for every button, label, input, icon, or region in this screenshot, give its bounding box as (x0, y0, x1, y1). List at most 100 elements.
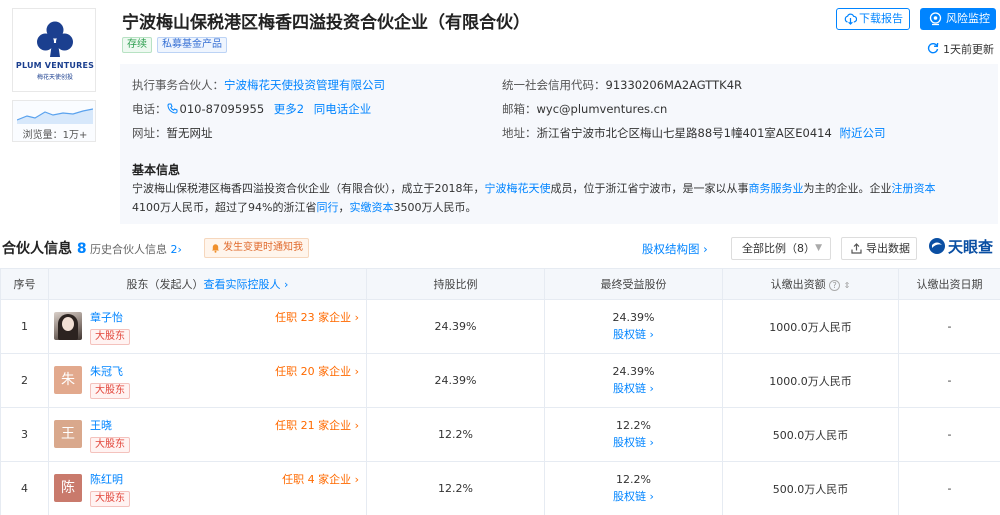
row-no: 1 (0, 299, 49, 354)
holder-name-link[interactable]: 朱冠飞 (90, 363, 123, 379)
avatar[interactable]: 朱 (54, 366, 82, 394)
notify-change-label: 发生变更时通知我 (223, 242, 303, 253)
location-pin-icon (929, 12, 942, 26)
final-benefit-cell: 24.39% 股权链 › (544, 353, 723, 408)
equity-chain-link[interactable]: 股权链 › (545, 326, 722, 342)
equity-chain-label: 股权链 (613, 436, 647, 449)
major-shareholder-badge: 大股东 (90, 491, 130, 507)
website-row: 网址：暂无网址 (132, 125, 213, 141)
download-report-button[interactable]: 下载报告 (836, 8, 910, 30)
actual-controller-link[interactable]: 查看实际控股人 (204, 278, 281, 291)
help-icon[interactable]: ? (829, 280, 841, 291)
registered-capital-link[interactable]: 注册资本 (892, 182, 936, 195)
major-shareholder-badge: 大股东 (90, 383, 130, 399)
risk-monitor-label: 风险监控 (946, 12, 990, 25)
industry-link[interactable]: 商务服务业 (749, 182, 804, 195)
phone-more-link[interactable]: 更多2 (274, 102, 304, 116)
subscribed-cell: 500.0万人民币 (722, 461, 899, 515)
major-shareholder-badge: 大股东 (90, 437, 130, 453)
final-benefit-value: 12.2% (616, 419, 651, 432)
email-key: 邮箱： (502, 102, 537, 116)
desc-text-5: ， (338, 201, 350, 214)
tianyancha-brand: 天眼查 (928, 236, 993, 257)
email-value[interactable]: wyc@plumventures.cn (537, 102, 668, 116)
notify-change-button[interactable]: 发生变更时通知我 (204, 238, 309, 258)
row-no: 4 (0, 461, 49, 515)
desc-text-2: 成员，位于浙江省宁波市，是一家以从事 (550, 182, 749, 195)
table-header-row: 序号 股东（发起人）查看实际控股人 › 持股比例 最终受益股份 认缴出资额 ? … (0, 268, 1000, 300)
roles-label: 任职 4 家企业 (282, 473, 352, 486)
tianyancha-logo-icon (929, 238, 945, 254)
email-row: 邮箱：wyc@plumventures.cn (502, 101, 667, 117)
holder-name-link[interactable]: 王晓 (90, 417, 112, 433)
sort-icon[interactable]: ⇕ (844, 281, 851, 290)
row-no: 2 (0, 353, 49, 408)
history-partners-label: 历史合伙人信息 (90, 243, 167, 256)
history-partners-count: 2 (170, 243, 178, 256)
refresh-status[interactable]: 1天前更新 (927, 41, 994, 57)
col-ratio: 持股比例 (366, 268, 545, 300)
phone-key: 电话： (132, 102, 167, 116)
logo-text: PLUM VENTURES (15, 61, 95, 70)
website-key: 网址： (132, 126, 167, 140)
category-badge[interactable]: 私募基金产品 (157, 37, 227, 53)
views-trend: 浏览量：1万+ (12, 100, 96, 142)
row-no: 3 (0, 407, 49, 462)
final-benefit-value: 24.39% (612, 311, 655, 324)
col-holder-label: 股东（发起人） (126, 278, 204, 291)
basic-info-title: 基本信息 (132, 163, 181, 177)
holder-name-link[interactable]: 章子怡 (90, 309, 123, 325)
group-link[interactable]: 宁波梅花天使 (485, 182, 551, 195)
phone-row: 电话： 010-87095955 更多2 同电话企业 (132, 101, 371, 117)
table-row: 3 王 王晓 大股东 任职 21 家企业 › 12.2% 12.2% 股权链 ›… (0, 407, 1000, 462)
ratio-cell: 24.39% (366, 353, 545, 408)
equity-chain-link[interactable]: 股权链 › (545, 434, 722, 450)
nearby-companies-link[interactable]: 附近公司 (839, 126, 885, 140)
holder-cell: 王 王晓 大股东 任职 21 家企业 › (48, 407, 367, 462)
col-holder: 股东（发起人）查看实际控股人 › (48, 268, 367, 300)
update-time: 1天前更新 (943, 43, 994, 56)
equity-structure-label: 股权结构图 (642, 242, 700, 256)
holder-cell: 朱 朱冠飞 大股东 任职 20 家企业 › (48, 353, 367, 408)
status-badge: 存续 (122, 37, 152, 53)
peers-link[interactable]: 同行 (316, 201, 338, 214)
final-benefit-cell: 12.2% 股权链 › (544, 407, 723, 462)
holder-name-link[interactable]: 陈红明 (90, 471, 123, 487)
col-subscribed[interactable]: 认缴出资额 ? ⇕ (722, 268, 899, 300)
roles-link[interactable]: 任职 23 家企业 › (275, 309, 359, 325)
subscribed-cell: 1000.0万人民币 (722, 353, 899, 408)
subscribed-date-cell: - (898, 353, 1000, 408)
avatar[interactable]: 王 (54, 420, 82, 448)
address-key: 地址： (502, 126, 537, 140)
col-subscribed-date: 认缴出资日期 (898, 268, 1000, 300)
subscribed-cell: 1000.0万人民币 (722, 299, 899, 354)
credit-code-value: 91330206MA2AGTTK4R (605, 78, 743, 92)
paid-capital-link[interactable]: 实缴资本 (349, 201, 393, 214)
partners-title-text: 合伙人信息 (2, 241, 72, 257)
club-logo-icon (37, 21, 73, 57)
col-subscribed-label: 认缴出资额 (770, 278, 826, 291)
address-value: 浙江省宁波市北仑区梅山七星路88号1幢401室A区E0414 (536, 126, 832, 140)
equity-structure-link[interactable]: 股权结构图 › (642, 241, 708, 257)
credit-code-key: 统一社会信用代码： (502, 78, 606, 92)
roles-link[interactable]: 任职 4 家企业 › (282, 471, 359, 487)
table-row: 4 陈 陈红明 大股东 任职 4 家企业 › 12.2% 12.2% 股权链 ›… (0, 461, 1000, 515)
equity-chain-link[interactable]: 股权链 › (545, 488, 722, 504)
roles-link[interactable]: 任职 21 家企业 › (275, 417, 359, 433)
subscribed-date-cell: - (898, 407, 1000, 462)
export-data-button[interactable]: 导出数据 (841, 237, 917, 260)
avatar[interactable] (54, 312, 82, 340)
subscribed-date-cell: - (898, 299, 1000, 354)
executive-partner-link[interactable]: 宁波梅花天使投资管理有限公司 (224, 78, 385, 92)
history-partners-link[interactable]: 历史合伙人信息 2› (90, 241, 182, 257)
equity-chain-link[interactable]: 股权链 › (545, 380, 722, 396)
avatar[interactable]: 陈 (54, 474, 82, 502)
partners-table: 序号 股东（发起人）查看实际控股人 › 持股比例 最终受益股份 认缴出资额 ? … (0, 268, 1000, 515)
ratio-filter-select[interactable]: 全部比例（8） ▼ (731, 237, 831, 260)
risk-monitor-button[interactable]: 风险监控 (920, 8, 996, 30)
holder-cell: 陈 陈红明 大股东 任职 4 家企业 › (48, 461, 367, 515)
desc-text-3: 为主的企业。企业 (803, 182, 892, 195)
same-phone-link[interactable]: 同电话企业 (314, 102, 372, 116)
roles-link[interactable]: 任职 20 家企业 › (275, 363, 359, 379)
final-benefit-cell: 12.2% 股权链 › (544, 461, 723, 515)
